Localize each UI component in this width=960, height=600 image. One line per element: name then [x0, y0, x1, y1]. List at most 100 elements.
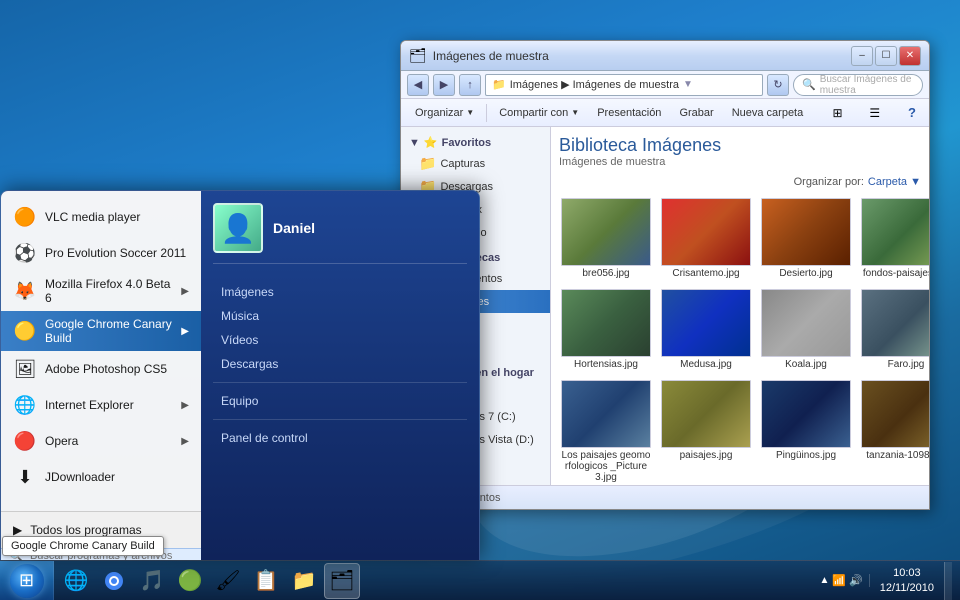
view-button[interactable]: ⊞: [826, 102, 848, 124]
image-thumb-9: [561, 380, 651, 448]
right-item-imagenes[interactable]: Imágenes: [213, 280, 467, 304]
taskbar-unknown[interactable]: 📋: [248, 563, 284, 599]
details-button[interactable]: ☰: [864, 102, 886, 124]
organize-button[interactable]: Organizar ▼: [407, 105, 482, 121]
right-item-musica[interactable]: Música: [213, 304, 467, 328]
library-subtitle: Imágenes de muestra: [559, 156, 921, 168]
show-desktop-button[interactable]: [944, 562, 952, 600]
arrow-icon: ▶: [181, 436, 189, 447]
start-item-jdownloader[interactable]: ⬇ JDownloader: [1, 459, 201, 495]
start-item-ie[interactable]: 🌐 Internet Explorer ▶: [1, 387, 201, 423]
taskbar-chrome[interactable]: [96, 563, 132, 599]
toolbar-sep1: [486, 104, 487, 122]
image-item-6[interactable]: Medusa.jpg: [659, 287, 753, 372]
image-label-1: bre056.jpg: [582, 268, 629, 279]
image-item-5[interactable]: Hortensias.jpg: [559, 287, 653, 372]
programs-icon: ▶: [13, 523, 22, 537]
folder-icon: 🗂: [409, 47, 427, 64]
image-label-10: paisajes.jpg: [680, 450, 733, 461]
user-avatar: 👤: [213, 203, 263, 253]
image-item-7[interactable]: Koala.jpg: [759, 287, 853, 372]
back-button[interactable]: ◀: [407, 74, 429, 96]
image-item-8[interactable]: Faro.jpg: [859, 287, 929, 372]
start-item-photoshop[interactable]: 🖼 Adobe Photoshop CS5: [1, 351, 201, 387]
up-button[interactable]: ↑: [459, 74, 481, 96]
start-menu-left: 🟠 VLC media player ⚽ Pro Evolution Socce…: [1, 191, 201, 560]
image-item-3[interactable]: Desierto.jpg: [759, 196, 853, 281]
start-button[interactable]: ⊞: [0, 561, 54, 600]
share-button[interactable]: Compartir con ▼: [491, 105, 587, 121]
desktop: 🗂 Imágenes de muestra – ☐ ✕ ◀ ▶ ↑ 📁 Imág…: [0, 0, 960, 600]
taskbar-paint[interactable]: 🖌: [210, 563, 246, 599]
organize-bar: Organizar por: Carpeta ▼: [559, 176, 921, 188]
refresh-button[interactable]: ↻: [767, 74, 789, 96]
breadcrumb-text: Imágenes ▶ Imágenes de muestra: [510, 78, 679, 91]
image-label-3: Desierto.jpg: [779, 268, 832, 279]
taskbar-spotify[interactable]: 🟢: [172, 563, 208, 599]
explorer-main: Biblioteca Imágenes Imágenes de muestra …: [551, 127, 929, 485]
burn-button[interactable]: Grabar: [671, 105, 721, 121]
ie-icon: 🌐: [13, 393, 37, 417]
image-item-9[interactable]: Los paisajes geomorfologicos _Picture3.j…: [559, 378, 653, 485]
start-item-vlc[interactable]: 🟠 VLC media player: [1, 199, 201, 235]
image-item-12[interactable]: tanzania-1098.jpg: [859, 378, 929, 485]
favorites-header[interactable]: ▼ ⭐ Favoritos: [401, 133, 550, 152]
clock[interactable]: 10:03 12/11/2010: [874, 566, 940, 595]
jdownloader-icon: ⬇: [13, 465, 37, 489]
taskbar-right: ▲ 📶 🔊 10:03 12/11/2010: [805, 562, 960, 600]
system-tray: ▲ 📶 🔊: [813, 574, 869, 587]
close-button[interactable]: ✕: [899, 46, 921, 66]
start-item-firefox[interactable]: 🦊 Mozilla Firefox 4.0 Beta 6 ▶: [1, 271, 201, 311]
start-orb: ⊞: [10, 564, 44, 598]
image-item-10[interactable]: paisajes.jpg: [659, 378, 753, 485]
explorer-toolbar: Organizar ▼ Compartir con ▼ Presentación…: [401, 99, 929, 127]
image-item-11[interactable]: Pingüinos.jpg: [759, 378, 853, 485]
maximize-button[interactable]: ☐: [875, 46, 897, 66]
tray-arrow[interactable]: ▲: [819, 575, 829, 586]
right-item-videos[interactable]: Vídeos: [213, 328, 467, 352]
pes-icon: ⚽: [13, 241, 37, 265]
breadcrumb-sep: ▼: [683, 79, 693, 90]
breadcrumb[interactable]: 📁 Imágenes ▶ Imágenes de muestra ▼: [485, 74, 763, 96]
arrow-icon: ▶: [181, 286, 189, 297]
help-button[interactable]: ?: [901, 102, 923, 124]
search-bar[interactable]: 🔍 Buscar Imágenes de muestra: [793, 74, 923, 96]
main-header: Biblioteca Imágenes Imágenes de muestra: [559, 135, 921, 168]
firefox-icon: 🦊: [13, 279, 37, 303]
taskbar-music[interactable]: 🎵: [134, 563, 170, 599]
window-controls: – ☐ ✕: [851, 46, 921, 66]
folder-icon: 📁: [419, 155, 436, 172]
sidebar-item-capturas[interactable]: 📁 Capturas: [401, 152, 550, 175]
taskbar: ⊞ 🌐 🎵 🟢 🖌 📋 📁 🗂 ▲ 📶 🔊: [0, 560, 960, 600]
taskbar-explorer[interactable]: 🗂: [324, 563, 360, 599]
image-thumb-8: [861, 289, 929, 357]
favorites-icon: ⭐: [424, 136, 438, 149]
image-thumb-11: [761, 380, 851, 448]
image-item-4[interactable]: fondos-paisajes.jpg: [859, 196, 929, 281]
start-item-opera[interactable]: 🔴 Opera ▶: [1, 423, 201, 459]
minimize-button[interactable]: –: [851, 46, 873, 66]
new-folder-button[interactable]: Nueva carpeta: [724, 105, 812, 121]
start-item-chrome[interactable]: 🟡 Google Chrome Canary Build ▶: [1, 311, 201, 351]
arrow-icon: ▶: [181, 326, 189, 337]
arrow-icon: ▶: [181, 400, 189, 411]
right-item-control-panel[interactable]: Panel de control: [213, 426, 467, 450]
start-item-pes[interactable]: ⚽ Pro Evolution Soccer 2011: [1, 235, 201, 271]
forward-button[interactable]: ▶: [433, 74, 455, 96]
right-item-equipo[interactable]: Equipo: [213, 389, 467, 413]
image-thumb-4: [861, 198, 929, 266]
right-item-descargas[interactable]: Descargas: [213, 352, 467, 376]
image-label-11: Pingüinos.jpg: [776, 450, 836, 461]
opera-icon: 🔴: [13, 429, 37, 453]
right-divider: [213, 382, 467, 383]
image-item-2[interactable]: Crisantemo.jpg: [659, 196, 753, 281]
window-title: Imágenes de muestra: [433, 49, 549, 63]
presentation-button[interactable]: Presentación: [589, 105, 669, 121]
organize-by-value[interactable]: Carpeta ▼: [868, 176, 921, 188]
tray-volume[interactable]: 🔊: [849, 574, 863, 587]
search-icon: 🔍: [802, 78, 816, 91]
taskbar-ie[interactable]: 🌐: [58, 563, 94, 599]
image-item-1[interactable]: bre056.jpg: [559, 196, 653, 281]
image-thumb-6: [661, 289, 751, 357]
taskbar-folder[interactable]: 📁: [286, 563, 322, 599]
